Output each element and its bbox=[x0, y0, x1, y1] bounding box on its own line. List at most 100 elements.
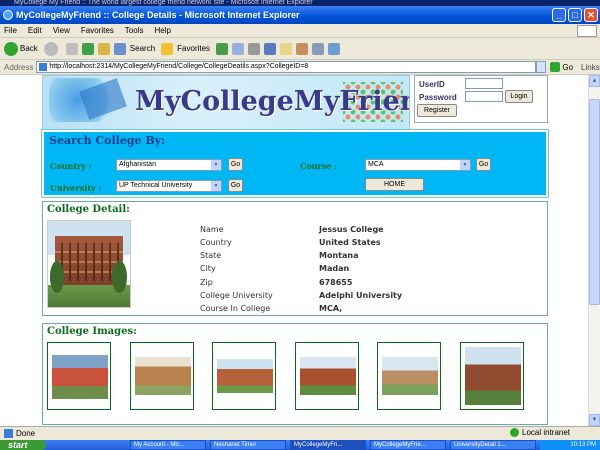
detail-value-university: Adelphi University bbox=[319, 291, 403, 300]
country-label: Country : bbox=[50, 161, 92, 171]
menu-help[interactable]: Help bbox=[154, 26, 170, 35]
edit-icon[interactable] bbox=[264, 42, 277, 55]
status-bar: Done Local intranet bbox=[0, 426, 600, 440]
course-value: MCA bbox=[368, 161, 384, 168]
close-button[interactable]: ✕ bbox=[584, 8, 598, 22]
university-value: UP Technical University bbox=[119, 182, 193, 189]
home-button[interactable]: HOME bbox=[365, 178, 424, 191]
taskbar-item[interactable]: MyCollegeMyFri... bbox=[290, 440, 366, 450]
college-image-thumbnail[interactable] bbox=[295, 342, 359, 410]
course-select[interactable]: MCA ▼ bbox=[365, 159, 471, 171]
login-button[interactable]: Login bbox=[505, 90, 533, 103]
links-button[interactable]: Links bbox=[581, 63, 600, 72]
country-go-button[interactable]: Go bbox=[228, 158, 243, 171]
taskbar-item[interactable]: UniversityDetail 1... bbox=[450, 440, 536, 450]
page-content: MyCollegeMyFriend UserID Password Login … bbox=[41, 75, 549, 425]
taskbar-item[interactable]: Neshanet Timer bbox=[210, 440, 286, 450]
college-image-thumbnail[interactable] bbox=[47, 342, 111, 410]
zone-text: Local intranet bbox=[522, 428, 571, 437]
university-select[interactable]: UP Technical University ▼ bbox=[116, 180, 222, 192]
college-images-panel: College Images: bbox=[42, 323, 548, 425]
register-button[interactable]: Register bbox=[417, 104, 457, 117]
vertical-scrollbar[interactable]: ▲ ▼ bbox=[588, 75, 600, 426]
refresh-icon[interactable] bbox=[81, 42, 94, 55]
taskbar-item[interactable]: MyCollegeMyFrie... bbox=[370, 440, 446, 450]
messenger-icon[interactable] bbox=[296, 42, 309, 55]
menu-view[interactable]: View bbox=[53, 26, 70, 35]
forward-arrow-icon bbox=[43, 41, 58, 56]
system-tray-clock: 10:13 PM bbox=[540, 440, 600, 450]
minimize-button[interactable]: _ bbox=[552, 8, 566, 22]
mail-icon[interactable] bbox=[232, 42, 245, 55]
research-icon[interactable] bbox=[312, 42, 325, 55]
go-button[interactable]: Go bbox=[550, 62, 573, 72]
address-dropdown-icon[interactable] bbox=[536, 61, 547, 73]
menu-bar: File Edit View Favorites Tools Help bbox=[0, 24, 600, 38]
detail-value-state: Montana bbox=[319, 251, 359, 260]
search-icon bbox=[113, 42, 126, 55]
college-image-thumbnail[interactable] bbox=[377, 342, 441, 410]
start-button[interactable]: start bbox=[0, 440, 46, 450]
menu-file[interactable]: File bbox=[4, 26, 17, 35]
taskbar: start My Account - Mic... Neshanet Timer… bbox=[0, 440, 600, 450]
address-label: Address bbox=[4, 62, 34, 72]
menu-favorites[interactable]: Favorites bbox=[81, 26, 114, 35]
address-input[interactable]: http://localhost:2314/MyCollegeMyFriend/… bbox=[36, 61, 537, 73]
password-input[interactable] bbox=[465, 91, 503, 102]
detail-value-name: Jessus College bbox=[319, 225, 384, 234]
taskbar-item[interactable]: My Account - Mic... bbox=[130, 440, 206, 450]
history-icon[interactable] bbox=[216, 42, 229, 55]
course-label: Course : bbox=[300, 161, 338, 171]
detail-value-country: United States bbox=[319, 238, 381, 247]
search-panel: Search College By: Country : Afghanistan… bbox=[41, 129, 549, 198]
menu-edit[interactable]: Edit bbox=[28, 26, 42, 35]
stop-icon[interactable] bbox=[65, 42, 78, 55]
university-label: University : bbox=[50, 183, 102, 193]
college-image-thumbnail[interactable] bbox=[460, 342, 524, 410]
menu-tools[interactable]: Tools bbox=[125, 26, 144, 35]
detail-label-name: Name bbox=[200, 225, 224, 234]
star-icon bbox=[161, 42, 174, 55]
college-images-title: College Images: bbox=[47, 326, 137, 337]
site-logo[interactable]: MyCollegeMyFriend bbox=[135, 86, 409, 117]
window-title: MyCollegeMyFriend :: College Details - M… bbox=[16, 10, 300, 20]
scroll-up-icon[interactable]: ▲ bbox=[589, 75, 600, 87]
college-detail-title: College Detail: bbox=[47, 204, 130, 215]
page-icon bbox=[39, 63, 48, 71]
scroll-down-icon[interactable]: ▼ bbox=[589, 414, 600, 426]
userid-input[interactable] bbox=[465, 78, 503, 89]
login-box: UserID Password Login Register bbox=[414, 75, 548, 123]
tools-icon[interactable] bbox=[328, 42, 341, 55]
go-arrow-icon bbox=[550, 62, 561, 72]
window-titlebar[interactable]: MyCollegeMyFriend :: College Details - M… bbox=[0, 6, 600, 24]
chevron-down-icon: ▼ bbox=[460, 160, 470, 170]
address-url: http://localhost:2314/MyCollegeMyFriend/… bbox=[49, 63, 309, 70]
back-button[interactable]: Back bbox=[4, 41, 38, 56]
detail-label-state: State bbox=[200, 251, 222, 260]
home-icon[interactable] bbox=[97, 42, 110, 55]
window-controls: _ □ ✕ bbox=[552, 8, 598, 22]
favorites-button[interactable]: Favorites bbox=[161, 42, 211, 55]
site-banner: MyCollegeMyFriend bbox=[42, 75, 410, 130]
search-label: Search bbox=[129, 44, 156, 53]
country-value: Afghanistan bbox=[119, 161, 156, 168]
college-detail-panel: College Detail: Name Jessus College Coun… bbox=[42, 201, 548, 316]
print-icon[interactable] bbox=[248, 42, 261, 55]
search-button[interactable]: Search bbox=[113, 42, 156, 55]
toolbar: Back Search Favorites bbox=[0, 38, 600, 60]
favorites-label: Favorites bbox=[177, 44, 211, 53]
course-go-button[interactable]: Go bbox=[476, 158, 491, 171]
college-image-thumbnail[interactable] bbox=[130, 342, 194, 410]
discuss-icon[interactable] bbox=[280, 42, 293, 55]
detail-label-university: College University bbox=[200, 291, 273, 300]
page-viewport: MyCollegeMyFriend UserID Password Login … bbox=[0, 75, 588, 426]
back-arrow-icon bbox=[4, 41, 18, 56]
password-label: Password bbox=[419, 93, 457, 102]
scrollbar-thumb[interactable] bbox=[589, 99, 600, 305]
university-go-button[interactable]: Go bbox=[228, 179, 243, 192]
country-select[interactable]: Afghanistan ▼ bbox=[116, 159, 222, 171]
college-image-thumbnail[interactable] bbox=[212, 342, 276, 410]
maximize-button[interactable]: □ bbox=[568, 8, 582, 22]
detail-label-city: City bbox=[200, 264, 216, 273]
forward-button[interactable] bbox=[43, 41, 60, 56]
